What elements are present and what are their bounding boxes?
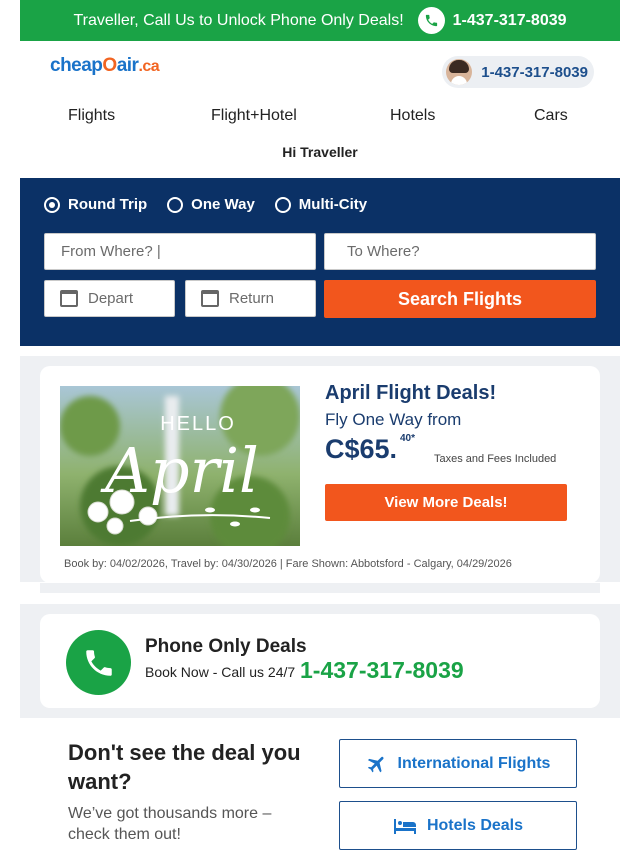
image-text-hello: HELLO <box>160 413 236 435</box>
deal-subtitle: Fly One Way from <box>325 410 462 429</box>
promo-phone-number: 1-437-317-8039 <box>452 11 567 29</box>
trip-type-one-way[interactable]: One Way <box>167 196 255 213</box>
header-phone-button[interactable]: 1-437-317-8039 <box>442 56 594 88</box>
radio-icon <box>274 196 291 213</box>
greeting: Hi Traveller <box>282 144 358 160</box>
return-field[interactable] <box>185 280 316 317</box>
phone-only-subtitle: Book Now - Call us 24/7 <box>145 664 296 680</box>
international-flights-button[interactable]: International Flights <box>339 739 577 788</box>
phone-only-number[interactable]: 1-437-317-8039 <box>300 657 464 684</box>
nav-flight-hotel[interactable]: Flight+Hotel <box>211 107 297 125</box>
trip-type-multi-city[interactable]: Multi-City <box>274 196 368 213</box>
deal-price-cents: 40* <box>400 433 416 444</box>
promo-bar: Traveller, Call Us to Unlock Phone Only … <box>20 0 620 41</box>
international-flights-label: International Flights <box>397 754 551 772</box>
to-input[interactable] <box>347 243 595 260</box>
header-phone-number: 1-437-317-8039 <box>481 63 588 81</box>
to-field[interactable] <box>324 233 596 270</box>
logo-text-cheap: cheap <box>50 55 103 76</box>
more-deals-title: Don't see the deal you want? <box>68 740 301 794</box>
hello-april-image[interactable]: HELLO April <box>60 386 300 546</box>
logo-text-air: air <box>116 55 139 76</box>
agent-avatar <box>446 59 473 85</box>
depart-field[interactable] <box>44 280 175 317</box>
from-input[interactable] <box>61 243 315 260</box>
more-deals-section: Don't see the deal you want? We’ve got t… <box>44 718 596 854</box>
logo-text-o: O <box>102 55 117 76</box>
phone-only-card: Phone Only Deals Book Now - Call us 24/7… <box>40 614 600 708</box>
deal-title: April Flight Deals! <box>325 382 497 404</box>
bed-icon <box>393 818 416 834</box>
nav-hotels[interactable]: Hotels <box>390 107 435 125</box>
radio-selected-icon <box>44 196 60 213</box>
return-input[interactable] <box>229 290 315 307</box>
promo-phone-link[interactable]: 1-437-317-8039 <box>417 7 567 34</box>
promo-text: Traveller, Call Us to Unlock Phone Only … <box>73 11 404 29</box>
phone-icon[interactable] <box>66 630 131 695</box>
radio-icon <box>167 196 184 213</box>
flight-search-panel: Round Trip One Way Multi-City Search Fli… <box>20 178 620 346</box>
deal-fine-print: Book by: 04/02/2026, Travel by: 04/30/20… <box>64 558 512 570</box>
trip-type-label: One Way <box>191 196 255 213</box>
calendar-icon <box>60 290 78 307</box>
more-deals-subtitle: We’ve got thousands more – check them ou… <box>68 805 272 843</box>
deal-taxes-note: Taxes and Fees Included <box>434 453 557 465</box>
cheapoair-logo[interactable]: cheap Oair .ca <box>50 55 160 77</box>
phone-only-title: Phone Only Deals <box>145 636 307 657</box>
nav-cars[interactable]: Cars <box>534 107 568 125</box>
trip-type-label: Round Trip <box>68 196 148 213</box>
view-more-deals-button[interactable]: View More Deals! <box>325 484 567 521</box>
nav-flights[interactable]: Flights <box>68 107 115 125</box>
depart-input[interactable] <box>88 290 174 307</box>
site-header: cheap Oair .ca 1-437-317-8039 Flights Flig… <box>20 41 620 168</box>
airplane-icon <box>367 756 384 772</box>
phone-icon <box>417 7 445 34</box>
logo-text-ca: .ca <box>138 58 160 75</box>
trip-type-group: Round Trip One Way Multi-City <box>44 196 387 213</box>
search-flights-button[interactable]: Search Flights <box>324 280 596 318</box>
trip-type-round-trip[interactable]: Round Trip <box>44 196 147 213</box>
trip-type-label: Multi-City <box>298 196 368 213</box>
deal-card: HELLO April April Flight Deals! Fly One … <box>40 366 600 583</box>
hotels-deals-button[interactable]: Hotels Deals <box>339 801 577 850</box>
deal-bottom-strip <box>40 583 600 593</box>
from-field[interactable] <box>44 233 316 270</box>
calendar-icon <box>201 290 219 307</box>
main-nav: Flights Flight+Hotel Hotels Cars <box>20 107 620 127</box>
deal-price: C$65. <box>325 434 398 464</box>
hotels-deals-label: Hotels Deals <box>426 816 524 834</box>
